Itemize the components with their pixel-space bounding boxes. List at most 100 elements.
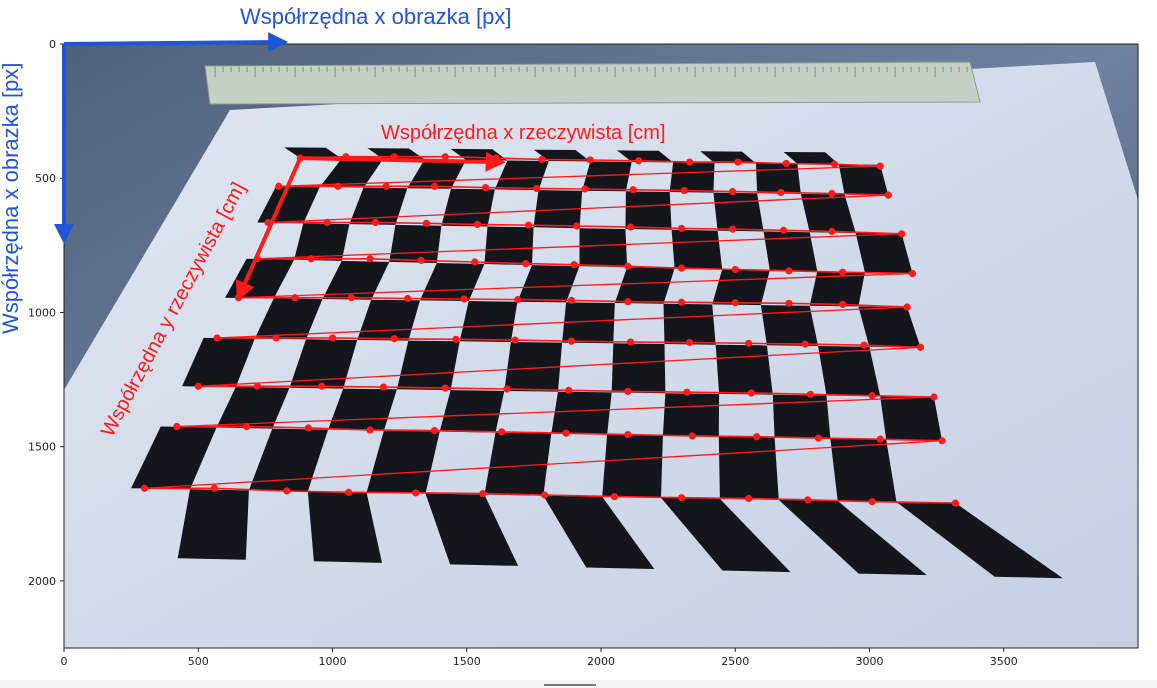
corner-point [430,182,439,190]
corner-point [382,182,390,190]
corner-point [745,494,753,503]
scroll-handle[interactable] [544,684,596,686]
corner-point [686,158,694,166]
corner-point [581,185,589,193]
corner-point [565,386,573,394]
corner-point [828,227,836,235]
corner-point [291,294,299,302]
x-tick-label: 0 [61,655,68,668]
corner-point [680,186,688,195]
corner-point [417,256,425,264]
y-tick-label: 0 [49,38,56,51]
corner-point [734,158,742,166]
corner-point [782,159,790,168]
corner-point [473,220,482,228]
board-square [662,393,720,437]
corner-point [624,262,632,270]
corner-point [379,383,388,391]
corner-point [728,225,737,233]
board-square [715,344,773,395]
corner-point [524,221,533,229]
corner-point [514,295,522,304]
corner-point [390,335,398,343]
board-square [756,163,801,194]
calibration-figure: 0 500 1000 1500 2000 2500 3000 3500 0 500 1000 150… [0,4,1139,668]
x-tick-label: 500 [188,655,209,668]
corner-point [366,255,374,263]
x-tick-label: 1000 [319,655,347,668]
corner-point [626,223,635,231]
board-square [830,438,897,502]
board-square [439,390,505,433]
corner-point [868,392,876,400]
corner-point [304,424,312,432]
board-square [712,269,770,306]
corner-point [938,437,946,445]
corner-point [624,298,632,306]
corner-point [562,429,570,437]
x-tick-label: 2000 [587,655,615,668]
corner-point [624,387,632,395]
corner-point [785,299,793,307]
board-square [389,224,442,263]
corner-point [318,382,326,390]
corner-point [677,494,686,502]
corner-point [570,261,578,269]
board-square [718,436,779,500]
corner-point [538,155,546,164]
corner-point [307,255,315,263]
corner-point [275,182,283,190]
corner-point [140,484,149,492]
corner-point [804,496,812,504]
corner-point [728,188,737,196]
corner-point [876,162,884,170]
corner-point [828,189,836,198]
board-square [177,489,249,560]
corner-point [806,390,815,398]
corner-point [194,382,202,390]
y-tick-label: 1000 [28,306,56,319]
corner-point [586,156,594,164]
board-square [551,391,612,435]
corner-point [242,422,251,431]
world-x-axis-label: Współrzędna x rzeczywista [cm] [381,122,666,144]
corner-point [777,188,785,197]
corner-point [498,428,506,436]
corner-point [677,264,686,272]
corner-point [522,259,530,268]
corner-point [868,498,876,506]
corner-point [567,337,576,345]
board-square [484,226,534,266]
corner-point [328,334,337,342]
corner-point [283,487,291,495]
corner-point [884,191,892,199]
corner-point [422,219,431,227]
corner-point [731,265,739,274]
image-x-arrow [63,32,289,53]
corner-point [253,382,261,390]
corner-point [677,224,686,233]
corner-point [753,433,761,441]
corner-point [629,186,637,194]
corner-point [745,339,753,347]
corner-point [903,303,911,311]
board-square [611,343,666,394]
y-tick-label: 500 [35,172,56,185]
y-tick-label: 2000 [28,575,56,588]
corner-point [452,335,460,343]
corner-point [626,338,635,346]
corner-point [481,184,490,192]
board-square [663,303,716,345]
corner-point [634,157,643,165]
y-axis-ticks: 0 500 1000 1500 2000 [28,38,64,588]
corner-point [683,388,691,396]
image-y-axis-label: Współrzędna x obrazka [px] [0,63,23,334]
corner-point [404,294,412,303]
x-tick-label: 2500 [721,655,749,668]
board-square [562,302,615,344]
corner-point [479,490,487,498]
bottom-scrollbar[interactable] [0,680,1157,688]
corner-point [503,385,511,393]
corner-point [731,299,739,307]
corner-point [173,422,181,431]
